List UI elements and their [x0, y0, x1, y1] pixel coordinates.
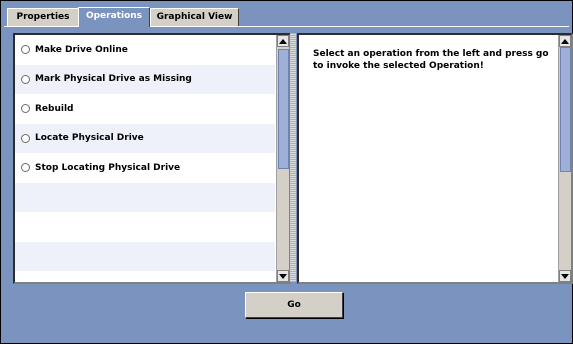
arrow-down-icon [279, 273, 287, 279]
radio-button[interactable] [21, 45, 30, 55]
tab-properties[interactable]: Properties [7, 8, 79, 26]
radio-button[interactable] [21, 163, 30, 173]
operation-label: Make Drive Online [35, 44, 128, 55]
arrow-up-icon [279, 38, 287, 44]
scroll-up-button[interactable] [559, 35, 571, 47]
instructions-panel: Select an operation from the left and pr… [297, 33, 573, 284]
operations-list-panel: Make Drive Online Mark Physical Drive as… [13, 33, 291, 284]
scroll-thumb[interactable] [278, 49, 289, 169]
list-item[interactable]: Rebuild [15, 94, 275, 124]
tab-operations[interactable]: Operations [78, 7, 150, 27]
empty-row [15, 212, 275, 242]
scroll-down-button[interactable] [559, 270, 571, 282]
arrow-down-icon [561, 273, 569, 279]
empty-row [15, 182, 275, 212]
operation-label: Stop Locating Physical Drive [35, 162, 181, 173]
scroll-up-button[interactable] [277, 35, 289, 47]
scroll-thumb[interactable] [560, 47, 571, 172]
empty-row [15, 241, 275, 271]
split-pane-divider[interactable] [290, 33, 296, 282]
instructions-text: Select an operation from the left and pr… [313, 49, 549, 71]
right-vertical-scrollbar[interactable] [558, 35, 571, 282]
arrow-up-icon [561, 38, 569, 44]
tab-graphical-view[interactable]: Graphical View [150, 8, 239, 26]
operations-list: Make Drive Online Mark Physical Drive as… [15, 35, 275, 282]
go-button[interactable]: Go [245, 292, 343, 318]
list-item[interactable]: Stop Locating Physical Drive [15, 153, 275, 183]
list-item[interactable]: Mark Physical Drive as Missing [15, 64, 275, 94]
operation-label: Rebuild [35, 103, 74, 114]
operation-label: Locate Physical Drive [35, 133, 144, 144]
radio-button[interactable] [21, 133, 30, 143]
radio-button[interactable] [21, 74, 30, 84]
list-item[interactable]: Make Drive Online [15, 35, 275, 65]
left-vertical-scrollbar[interactable] [276, 35, 289, 282]
tab-bar: Properties Operations Graphical View [4, 4, 569, 27]
list-item[interactable]: Locate Physical Drive [15, 123, 275, 153]
scroll-down-button[interactable] [277, 270, 289, 282]
operation-label: Mark Physical Drive as Missing [35, 74, 192, 85]
radio-button[interactable] [21, 104, 30, 114]
